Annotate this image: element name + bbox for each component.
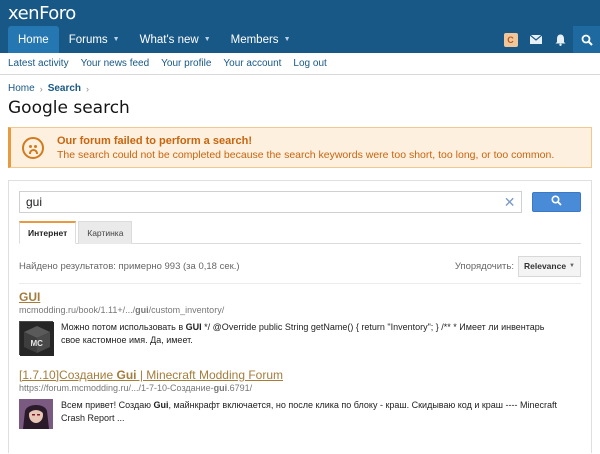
highlighted-term: GUI [19,290,41,304]
anime-character-image[interactable] [19,399,53,429]
subnav-news-feed[interactable]: Your news feed [81,58,150,69]
breadcrumb-search[interactable]: Search [48,83,81,94]
page-title: Google search [8,98,130,118]
text-segment: /custom_inventory/ [148,305,225,315]
sad-face-icon [22,136,44,159]
tab-web[interactable]: Интернет [19,221,77,244]
breadcrumb-home[interactable]: Home [8,83,35,94]
main-nav: Home Forums ▼ What's new ▼ Members ▼ C [0,26,600,53]
site-header: xenForo [0,0,600,26]
nav-tab-label: Members [230,33,279,46]
thumb-letters: MC [31,339,44,348]
chevron-down-icon[interactable]: ▼ [113,36,120,43]
highlighted-term: Gui [116,368,137,382]
divider [19,283,581,284]
result-body: Всем привет! Создаю Gui, майнкрафт включ… [19,399,581,429]
google-search-panel: ✕ Интернет Картинка Найдено результатов:… [8,180,592,453]
site-logo[interactable]: xenForo [8,3,76,24]
text-segment: Всем привет! Создаю [61,400,154,410]
highlighted-term: gui [135,305,149,315]
error-title: Our forum failed to perform a search! [57,134,252,147]
result-url: https://forum.mcmodding.ru/.../1-7-10-Со… [19,383,581,393]
breadcrumb: Home › Search › [0,75,600,94]
result-title-link[interactable]: GUI [19,290,40,304]
result-body: MC Можно потом использовать в GUI */ @Ov… [19,321,581,356]
bell-icon[interactable] [548,26,573,53]
result-title-link[interactable]: [1.7.10]Создание Gui | Minecraft Modding… [19,368,283,382]
search-button[interactable] [532,192,581,212]
result-snippet: Всем привет! Создаю Gui, майнкрафт включ… [61,399,566,429]
tab-images[interactable]: Картинка [78,221,133,244]
subnav-account[interactable]: Your account [223,58,281,69]
avatar: C [503,32,518,47]
nav-user-area: C [498,26,600,53]
search-icon[interactable] [573,26,600,53]
text-segment: | Minecraft Modding Forum [136,368,284,382]
result-info-bar: Найдено результатов: примерно 993 (за 0,… [19,253,581,279]
search-row: ✕ [19,191,581,213]
minecraft-cube-icon[interactable]: MC [19,321,54,356]
text-segment: .6791/ [227,383,253,393]
text-segment: https://forum.mcmodding.ru/.../1-7-10-Со… [19,383,214,393]
clear-icon[interactable]: ✕ [504,194,516,211]
text-segment: [1.7.10]Создание [19,368,117,382]
result-url: mcmodding.ru/book/1.11+/.../gui/custom_i… [19,305,581,315]
nav-tab-home[interactable]: Home [8,26,59,53]
sort-control: Упорядочить: Relevance ▼ [454,255,581,277]
nav-tab-label: Forums [68,33,108,46]
sort-value: Relevance [524,261,567,271]
result-snippet: Можно потом использовать в GUI */ @Overr… [61,321,566,355]
chevron-right-icon: › [86,83,90,94]
subnav-profile[interactable]: Your profile [161,58,211,69]
error-message-block: Our forum failed to perform a search! Th… [8,127,592,168]
search-icon [551,195,562,209]
highlighted-term: Gui [153,400,169,410]
account-menu[interactable]: C [498,26,523,53]
chevron-down-icon: ▼ [569,263,575,269]
chevron-right-icon: › [39,83,43,94]
nav-tab-label: Home [18,33,49,46]
nav-tab-whats-new[interactable]: What's new ▼ [130,26,221,53]
subnav-logout[interactable]: Log out [293,58,326,69]
error-description: The search could not be completed becaus… [57,148,555,161]
subnav-latest-activity[interactable]: Latest activity [8,58,69,69]
search-input[interactable] [26,195,504,209]
nav-tab-members[interactable]: Members ▼ [221,26,301,53]
sub-nav: Latest activity Your news feed Your prof… [0,53,600,75]
sort-dropdown[interactable]: Relevance ▼ [518,255,581,277]
error-text: Our forum failed to perform a search! Th… [57,135,554,161]
nav-tab-label: What's new [139,33,199,46]
search-result: GUI mcmodding.ru/book/1.11+/.../gui/cust… [19,290,581,356]
text-segment: mcmodding.ru/book/1.11+/.../ [19,305,136,315]
search-box: ✕ [19,191,523,213]
sort-label: Упорядочить: [454,260,514,272]
text-segment: Можно потом использовать в [61,322,186,332]
result-type-tabs: Интернет Картинка [19,221,581,244]
chevron-down-icon[interactable]: ▼ [204,36,211,43]
highlighted-term: gui [213,383,228,393]
chevron-down-icon[interactable]: ▼ [284,36,291,43]
envelope-icon[interactable] [523,26,548,53]
highlighted-term: GUI [185,322,202,332]
search-result: [1.7.10]Создание Gui | Minecraft Modding… [19,368,581,429]
result-count: Найдено результатов: примерно 993 (за 0,… [19,260,240,272]
nav-tab-forums[interactable]: Forums ▼ [59,26,130,53]
